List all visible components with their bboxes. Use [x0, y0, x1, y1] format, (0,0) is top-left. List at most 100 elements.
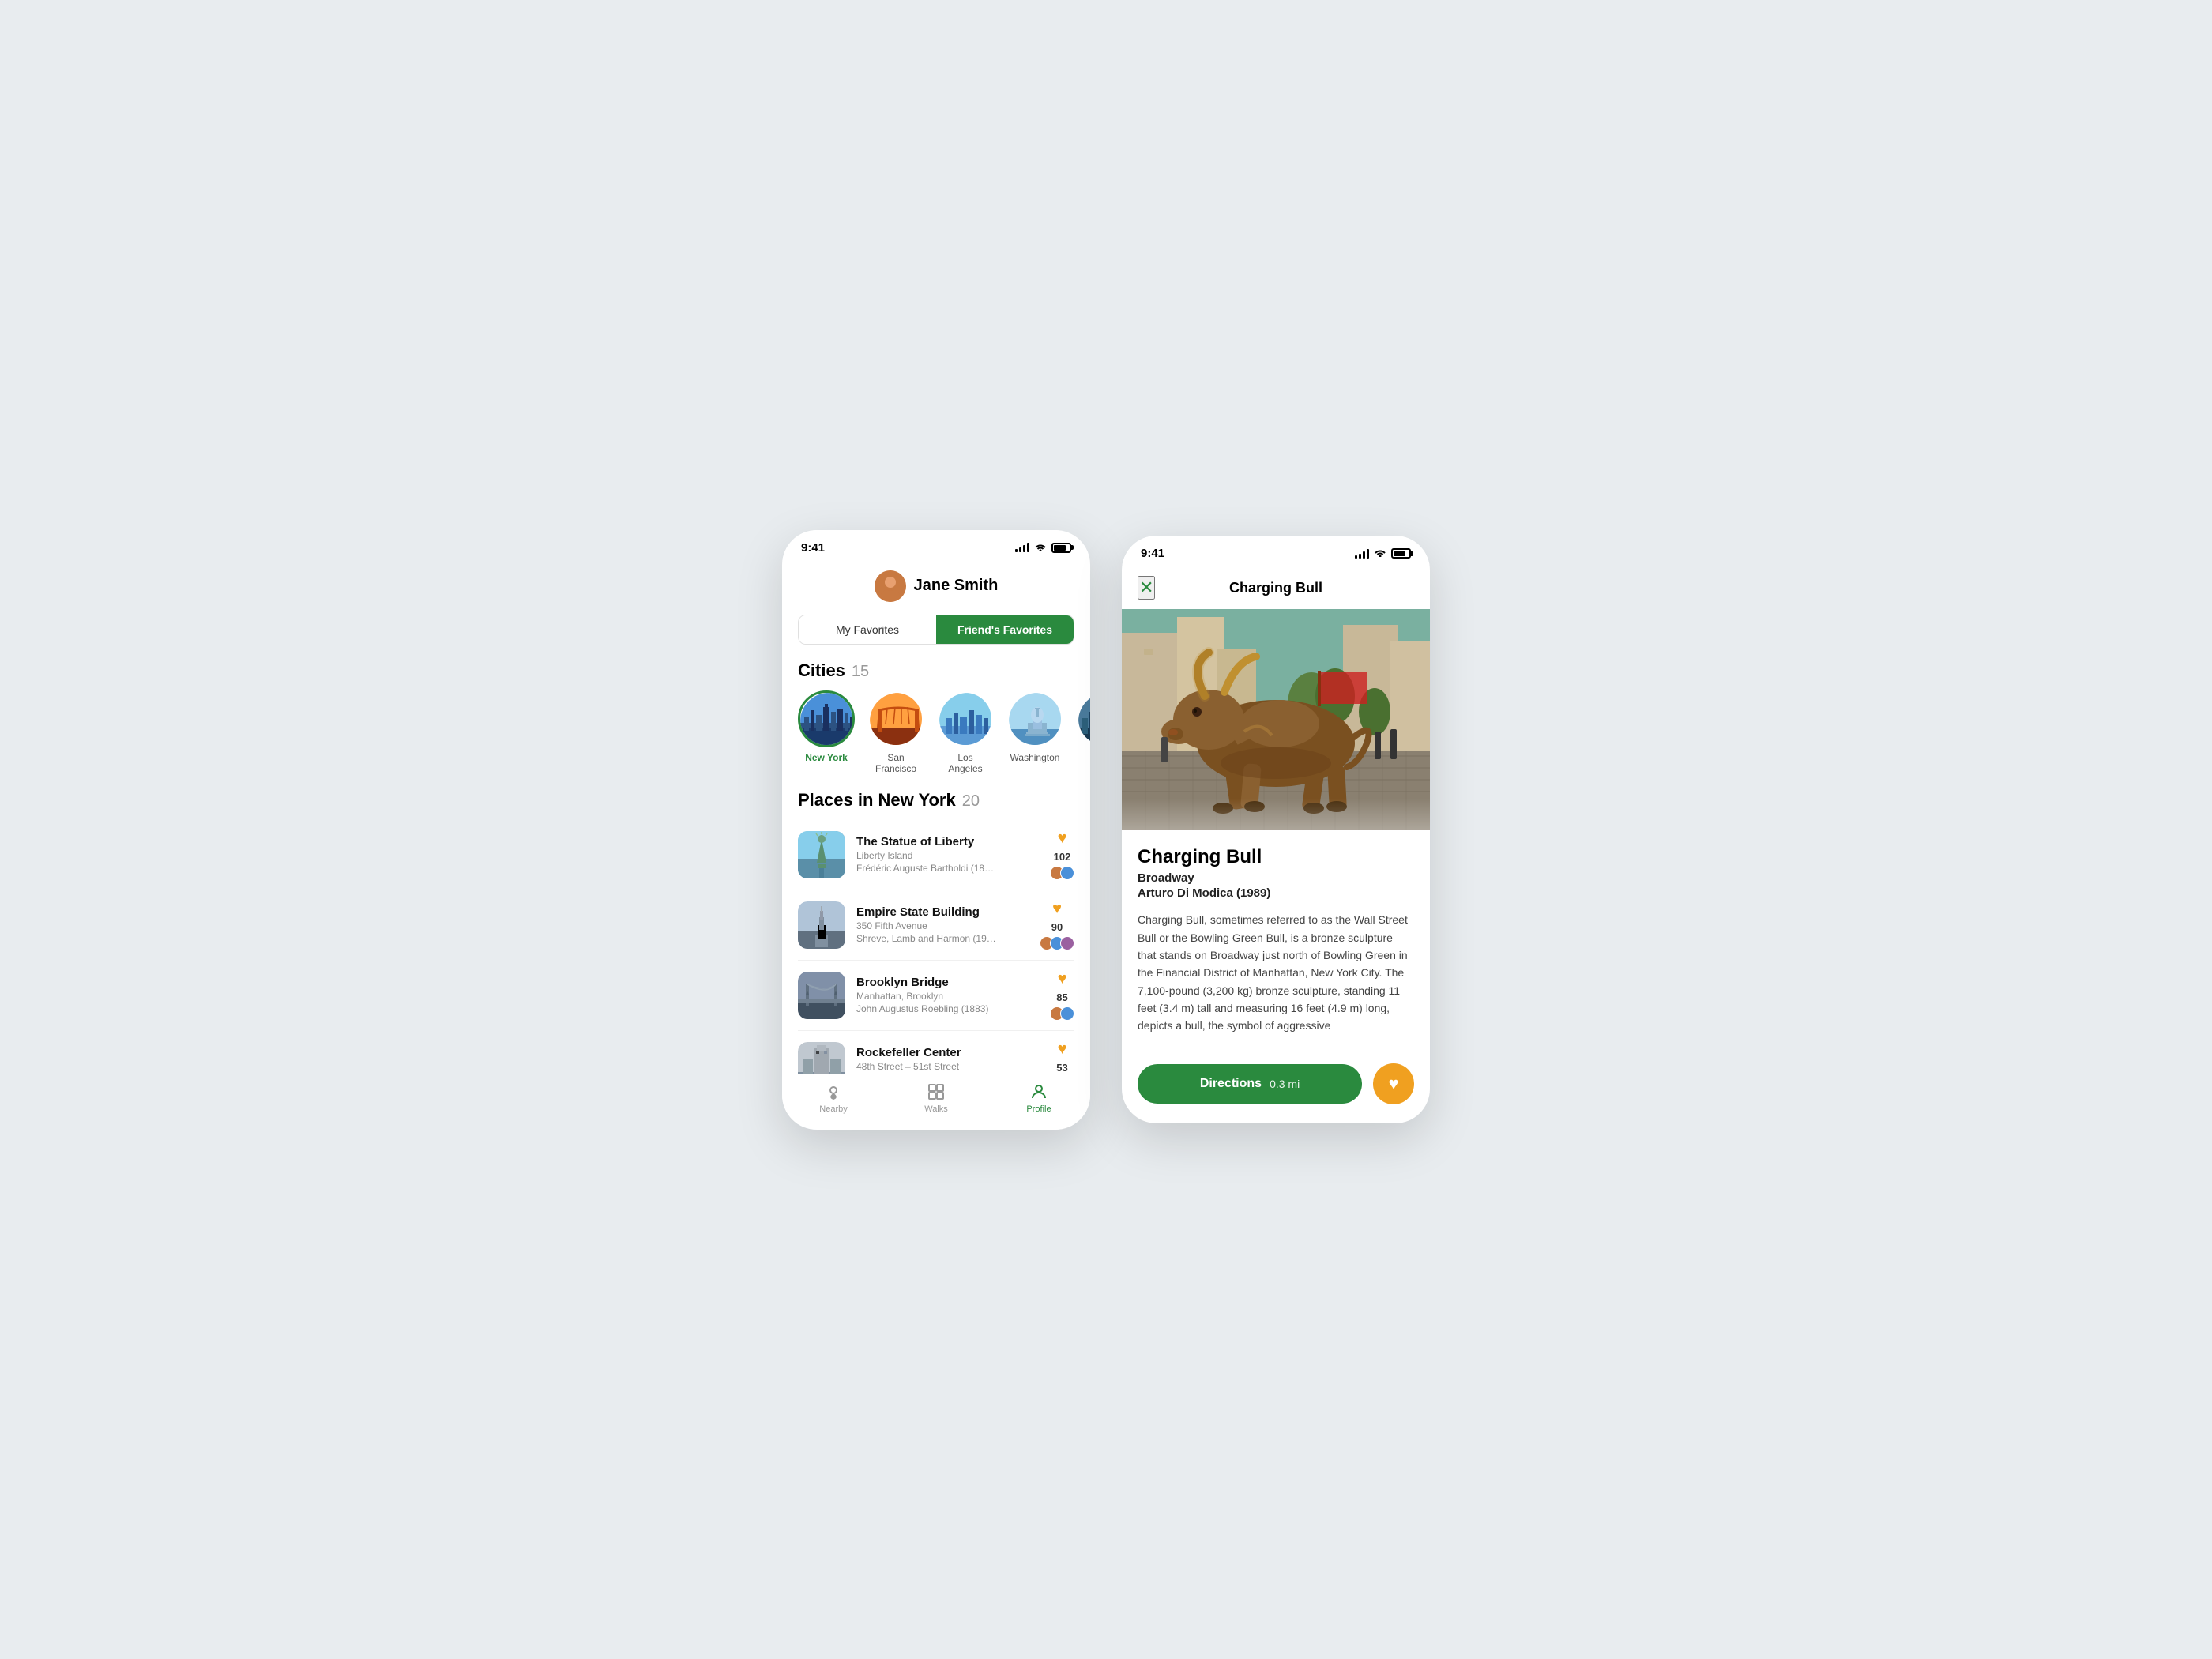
nav-label-profile: Profile	[1026, 1104, 1051, 1114]
avatars-liberty	[1050, 866, 1074, 880]
place-architect-bridge: John Augustus Roebling (1883)	[856, 1003, 1039, 1014]
nav-label-nearby: Nearby	[819, 1104, 847, 1114]
city-item-washington[interactable]: Washington	[1006, 690, 1063, 774]
city-circle-boston	[1076, 690, 1090, 747]
place-meta-bridge: ♥ 85	[1050, 970, 1074, 1021]
place-address-liberty: Liberty Island	[856, 850, 1039, 861]
heart-icon-detail: ♥	[1388, 1074, 1398, 1094]
place-name-empire: Empire State Building	[856, 905, 1029, 919]
place-address-rock: 48th Street – 51st Street	[856, 1061, 1039, 1072]
favorite-button[interactable]: ♥	[1373, 1063, 1414, 1104]
place-thumb-liberty	[798, 831, 845, 878]
tab-friends-favorites[interactable]: Friend's Favorites	[936, 615, 1074, 644]
status-time-1: 9:41	[801, 541, 825, 555]
profile-name: Jane Smith	[914, 577, 999, 595]
place-name-liberty: The Statue of Liberty	[856, 835, 1039, 848]
city-circle-newyork	[798, 690, 855, 747]
phone-detail: 9:41 ✕ Charging Bull	[1122, 536, 1430, 1123]
place-thumb-empire	[798, 901, 845, 949]
wifi-icon	[1034, 542, 1047, 554]
battery-icon	[1051, 543, 1071, 553]
cities-section-header: Cities 15	[782, 660, 1090, 690]
city-name-la: LosAngeles	[948, 752, 982, 774]
detail-header: ✕ Charging Bull	[1122, 566, 1430, 609]
avatars-bridge	[1050, 1006, 1074, 1021]
place-architect-empire: Shreve, Lamb and Harmon (19…	[856, 933, 1029, 944]
places-section-header: Places in New York 20	[798, 790, 1074, 820]
city-circle-losangeles	[937, 690, 994, 747]
places-count: 20	[962, 792, 980, 811]
city-name-sf: SanFrancisco	[875, 752, 916, 774]
place-item-empire[interactable]: Empire State Building 350 Fifth Avenue S…	[798, 890, 1074, 961]
profile-header: Jane Smith	[782, 561, 1090, 615]
city-item-losangeles[interactable]: LosAngeles	[937, 690, 994, 774]
detail-title: Charging Bull	[1229, 580, 1322, 596]
place-address-bridge: Manhattan, Brooklyn	[856, 991, 1039, 1002]
close-button[interactable]: ✕	[1138, 576, 1155, 600]
city-name-washington: Washington	[1010, 752, 1060, 763]
tab-switcher: My Favorites Friend's Favorites	[798, 615, 1074, 645]
status-time-2: 9:41	[1141, 547, 1164, 560]
directions-button[interactable]: Directions 0.3 mi	[1138, 1064, 1362, 1104]
city-item-sanfrancisco[interactable]: SanFrancisco	[867, 690, 924, 774]
heart-icon-rock: ♥	[1058, 1040, 1067, 1059]
signal-icon-2	[1355, 549, 1369, 559]
nav-label-walks: Walks	[924, 1104, 948, 1114]
place-info-liberty: The Statue of Liberty Liberty Island Fré…	[856, 835, 1039, 874]
avatar	[875, 570, 906, 602]
screen1-content: Jane Smith My Favorites Friend's Favorit…	[782, 561, 1090, 1130]
place-meta-empire: ♥ 90	[1040, 900, 1074, 950]
directions-label: Directions	[1200, 1077, 1262, 1091]
city-circle-sanfrancisco	[867, 690, 924, 747]
nav-walks[interactable]: Walks	[885, 1082, 988, 1114]
place-architect-liberty: Frédéric Auguste Bartholdi (18…	[856, 863, 1039, 874]
detail-description: Charging Bull, sometimes referred to as …	[1138, 911, 1414, 1035]
cities-title: Cities	[798, 660, 845, 681]
tab-my-favorites[interactable]: My Favorites	[799, 615, 936, 644]
detail-artist: Arturo Di Modica (1989)	[1138, 886, 1414, 900]
place-thumb-bridge	[798, 972, 845, 1019]
detail-place-name: Charging Bull	[1138, 846, 1414, 868]
detail-street: Broadway	[1138, 871, 1414, 885]
city-circle-washington	[1006, 690, 1063, 747]
places-title: Places in New York	[798, 790, 956, 811]
distance-badge: 0.3 mi	[1270, 1078, 1300, 1090]
status-bar-2: 9:41	[1122, 536, 1430, 566]
place-info-empire: Empire State Building 350 Fifth Avenue S…	[856, 905, 1029, 944]
place-address-empire: 350 Fifth Avenue	[856, 920, 1029, 931]
signal-icon	[1015, 543, 1029, 552]
detail-body: Charging Bull Broadway Arturo Di Modica …	[1122, 830, 1430, 1051]
city-item-newyork[interactable]: New York	[798, 690, 855, 774]
status-icons-2	[1355, 547, 1411, 559]
bull-hero-image	[1122, 609, 1430, 830]
fav-count-rock: 53	[1056, 1062, 1067, 1074]
profile-icon	[1029, 1082, 1048, 1101]
status-bar-1: 9:41	[782, 530, 1090, 561]
city-name-newyork: New York	[805, 752, 848, 763]
nearby-icon	[824, 1082, 843, 1101]
place-name-rock: Rockefeller Center	[856, 1046, 1039, 1059]
city-item-boston[interactable]: Bost…	[1076, 690, 1090, 774]
place-info-bridge: Brooklyn Bridge Manhattan, Brooklyn John…	[856, 976, 1039, 1014]
nav-nearby[interactable]: Nearby	[782, 1082, 885, 1114]
place-name-bridge: Brooklyn Bridge	[856, 976, 1039, 989]
wifi-icon-2	[1374, 547, 1386, 559]
heart-icon-empire: ♥	[1052, 900, 1062, 918]
place-meta-liberty: ♥ 102	[1050, 830, 1074, 880]
status-icons-1	[1015, 542, 1071, 554]
place-item-liberty[interactable]: The Statue of Liberty Liberty Island Fré…	[798, 820, 1074, 890]
walks-icon	[927, 1082, 946, 1101]
cities-count: 15	[852, 663, 869, 681]
avatars-empire	[1040, 936, 1074, 950]
place-item-bridge[interactable]: Brooklyn Bridge Manhattan, Brooklyn John…	[798, 961, 1074, 1031]
bottom-nav: Nearby Walks Profile	[782, 1074, 1090, 1130]
heart-icon-liberty: ♥	[1058, 830, 1067, 848]
heart-icon-bridge: ♥	[1058, 970, 1067, 988]
nav-profile[interactable]: Profile	[988, 1082, 1090, 1114]
phone-profile: 9:41 Jane Smith	[782, 530, 1090, 1130]
fav-count-liberty: 102	[1054, 851, 1071, 863]
fav-count-bridge: 85	[1056, 991, 1067, 1003]
detail-actions: Directions 0.3 mi ♥	[1122, 1051, 1430, 1123]
fav-count-empire: 90	[1051, 921, 1063, 933]
cities-row: New York	[782, 690, 1090, 790]
